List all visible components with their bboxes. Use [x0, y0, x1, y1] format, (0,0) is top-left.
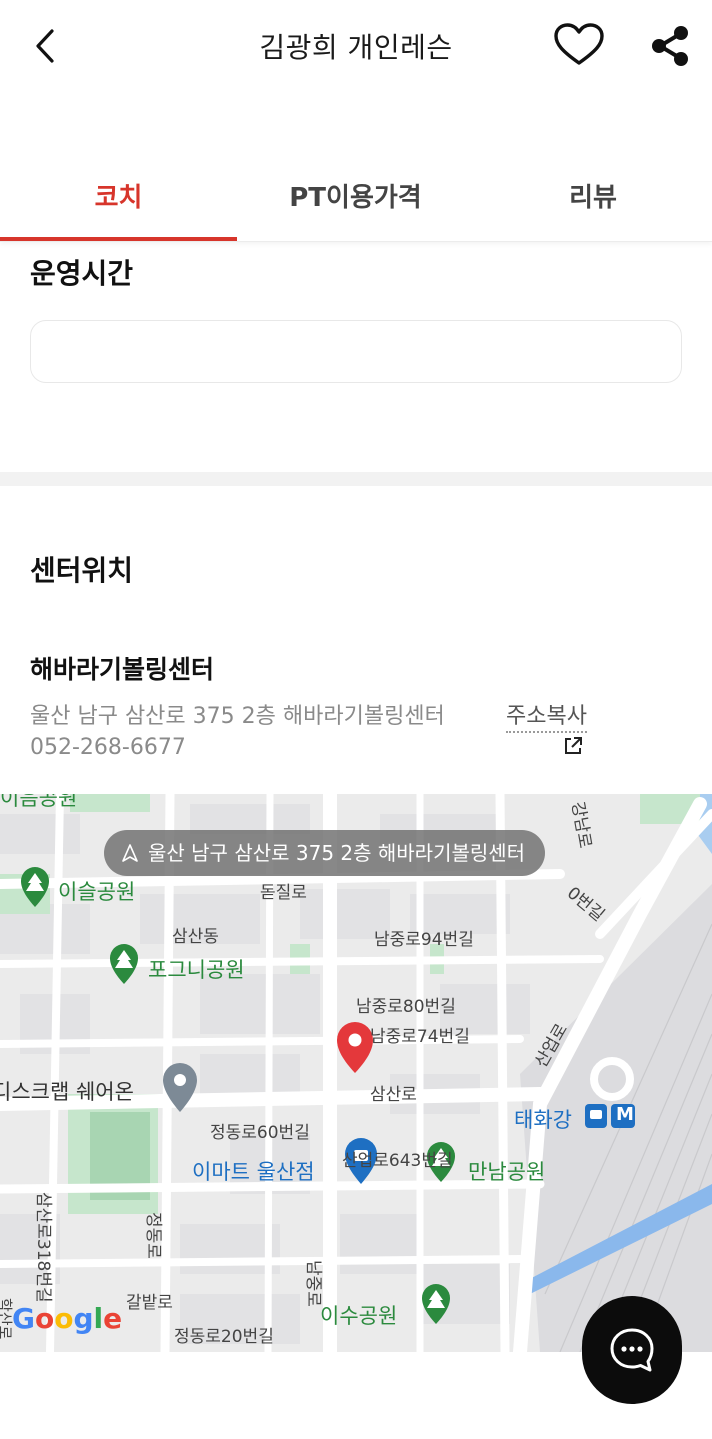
map-label-pogeuni-park: 포그니공원: [148, 958, 245, 982]
active-tab-indicator: [0, 237, 237, 241]
map-label-taehwagang: 태화강: [514, 1108, 572, 1132]
metro-badge: M: [616, 1104, 634, 1125]
map-label-jeongdong60: 정동로60번길: [210, 1123, 310, 1143]
center-address: 울산 남구 삼산로 375 2층 해바라기볼링센터: [30, 704, 445, 729]
google-logo: Google: [12, 1302, 123, 1335]
tab-review[interactable]: 리뷰: [474, 160, 712, 242]
map-label-samsan-dong: 삼산동: [172, 927, 219, 947]
favorite-button[interactable]: [552, 22, 606, 68]
share-button[interactable]: [648, 24, 694, 68]
map-address-pill: 울산 남구 삼산로 375 2층 해바라기볼링센터: [104, 830, 546, 876]
tab-coach[interactable]: 코치: [0, 160, 237, 242]
center-name: 해바라기볼링센터: [30, 655, 215, 684]
tab-bar: 코치 PT이용가격 리뷰: [0, 160, 712, 242]
location-section-title: 센터위치: [30, 554, 134, 587]
copy-address-button[interactable]: 주소복사: [506, 698, 587, 733]
chat-button[interactable]: [582, 1296, 682, 1404]
map-label-mannam-park: 만남공원: [468, 1160, 546, 1184]
map-label-scrap: 디스크랩 쉐어온: [0, 1080, 134, 1104]
external-link-icon: [565, 737, 582, 754]
map-label-isul-park: 이슬공원: [58, 880, 136, 904]
map-label-namjung74: 남중로74번길: [370, 1027, 470, 1047]
map-label-jeongdong20: 정동로20번길: [174, 1327, 274, 1347]
map-label-namjung: 남중로: [303, 1260, 323, 1307]
center-phone[interactable]: 052-268-6677: [30, 735, 186, 760]
map-label-isu-park: 이수공원: [320, 1304, 398, 1328]
app-header: 김광희 개인레슨: [0, 0, 712, 92]
map-label-samsan318: 삼산로318번길: [33, 1192, 53, 1303]
hours-box: [30, 320, 682, 383]
map-label-samsanro: 삼산로: [370, 1085, 417, 1105]
map-label-namjung94: 남중로94번길: [374, 930, 474, 950]
location-map[interactable]: 울산 남구 삼산로 375 2층 해바라기볼링센터 이음공원 이슬공원 돋질로 …: [0, 794, 712, 1352]
map-label-emart: 이마트 울산점: [192, 1160, 315, 1184]
map-label-top-park: 이음공원: [0, 794, 78, 810]
chat-bubble-icon: [610, 1328, 654, 1372]
share-icon: [652, 26, 688, 66]
map-label-saneop643: 산업로643번길: [342, 1151, 453, 1171]
map-label-namjung80: 남중로80번길: [356, 997, 456, 1017]
map-label-galbat: 갈밭로: [126, 1293, 173, 1313]
map-label-jeongdongro: 정동로: [143, 1212, 163, 1259]
heart-icon: [554, 23, 604, 65]
hours-section-title: 운영시간: [30, 257, 134, 290]
tab-pt-price[interactable]: PT이용가격: [237, 160, 474, 242]
navigation-arrow-icon: [122, 844, 138, 862]
map-label-donjil: 돋질로: [260, 883, 307, 903]
section-divider: [0, 472, 712, 486]
map-address-pill-text: 울산 남구 삼산로 375 2층 해바라기볼링센터: [148, 841, 526, 865]
external-link-button[interactable]: [562, 735, 586, 759]
